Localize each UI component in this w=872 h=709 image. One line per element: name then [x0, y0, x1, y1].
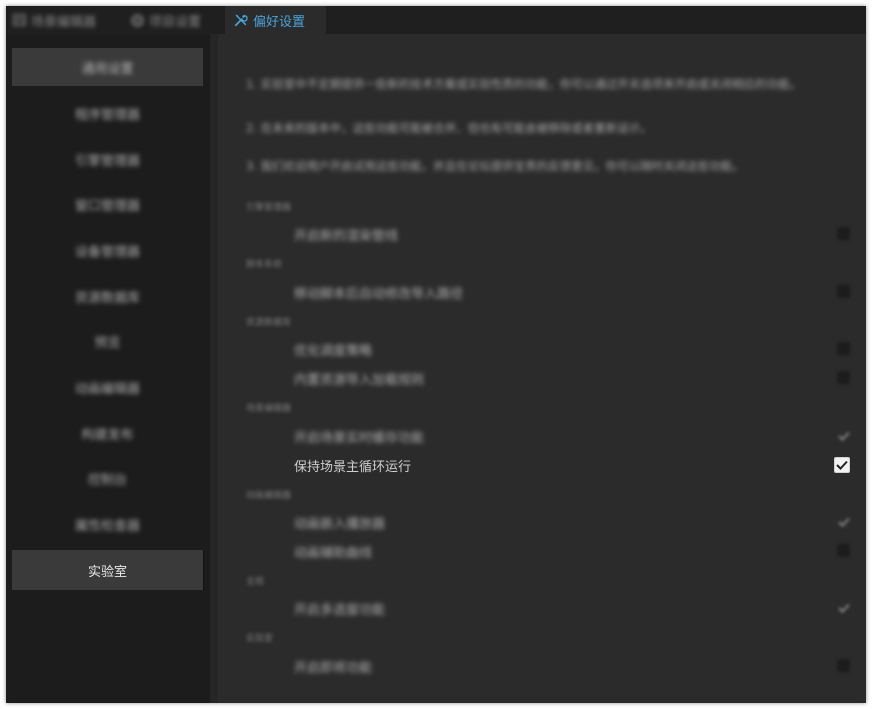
option-row[interactable]: 动画嵌入播放器 — [294, 510, 850, 534]
option-label: 优化调度策略 — [294, 343, 373, 359]
option-checkbox[interactable] — [837, 429, 850, 442]
sidebar-item-lab[interactable]: 实验室 — [12, 550, 204, 590]
lab-description: 1. 实验室中不定期提供一些新的技术方案或实验性质的功能，你可以通过开关选项来开… — [246, 77, 802, 91]
sidebar-item-preview[interactable]: 预览 — [12, 322, 203, 360]
option-label: 动画嵌入播放器 — [294, 516, 386, 532]
option-label: 动画辅助曲线 — [294, 545, 373, 561]
option-row-keep-scene-loop[interactable]: 保持场景主循环运行 — [294, 453, 850, 477]
group-title: 场景编辑器 — [246, 404, 292, 414]
option-label: 开启新的渲染管线 — [294, 228, 399, 244]
option-label: 内置资源导入加载规则 — [294, 372, 425, 388]
option-row[interactable]: 开启场景实时缓存功能 — [294, 424, 850, 448]
option-row[interactable]: 开启多选窗功能 — [294, 596, 850, 620]
option-row[interactable]: 动画辅助曲线 — [294, 539, 850, 563]
group-title: 引擎管理器 — [246, 203, 292, 213]
option-checkbox[interactable] — [837, 342, 850, 355]
option-checkbox[interactable] — [837, 601, 850, 614]
tab-preferences[interactable]: 偏好设置 — [225, 6, 326, 34]
sidebar-item-console[interactable]: 控制台 — [12, 459, 203, 497]
sidebar-item-device-manager[interactable]: 设备管理器 — [12, 231, 203, 269]
option-checkbox[interactable] — [837, 544, 850, 557]
group-title: 脚本系统 — [246, 260, 283, 270]
sidebar-item-label: 引擎管理器 — [74, 153, 140, 169]
sidebar-item-engine-manager[interactable]: 引擎管理器 — [12, 140, 203, 178]
sidebar: 通用设置 程序管理器 引擎管理器 窗口管理器 设备管理器 资源数据库 预览 动画… — [6, 34, 210, 703]
panel-edge — [210, 34, 218, 703]
tab-bar: 场景编辑器 项目设置 偏好设置 — [6, 6, 866, 34]
sidebar-item-label: 属性检查器 — [74, 518, 140, 534]
gear-icon — [130, 13, 144, 27]
sidebar-item-inspector[interactable]: 属性检查器 — [12, 505, 203, 543]
sidebar-item-label: 设备管理器 — [74, 244, 140, 260]
preferences-window: 场景编辑器 项目设置 偏好设置 通用设置 程序管理器 引擎管理器 窗口管理器 设… — [6, 6, 866, 703]
option-row[interactable]: 优化调度策略 — [294, 337, 850, 361]
sidebar-item-asset-db[interactable]: 资源数据库 — [12, 277, 203, 315]
option-checkbox[interactable] — [837, 285, 850, 298]
group-title: 资源数据库 — [246, 318, 292, 328]
option-row[interactable]: 开启即将功能 — [294, 654, 850, 678]
option-label: 保持场景主循环运行 — [294, 459, 412, 475]
sidebar-item-label: 构建发布 — [81, 427, 134, 443]
lab-description: 2. 在未来的版本中，这些功能可能被合并、但也有可能会被移除或者重新设计。 — [246, 121, 652, 135]
checkmark-icon — [837, 603, 850, 613]
option-label: 开启即将功能 — [294, 660, 373, 676]
sidebar-item-label: 程序管理器 — [74, 107, 140, 123]
option-row[interactable]: 开启新的渲染管线 — [294, 222, 850, 246]
checkmark-icon — [837, 431, 850, 441]
lab-panel: 1. 实验室中不定期提供一些新的技术方案或实验性质的功能，你可以通过开关选项来开… — [210, 34, 866, 703]
sidebar-item-label: 实验室 — [87, 564, 127, 580]
sidebar-item-general[interactable]: 通用设置 — [12, 48, 203, 86]
scene-editor-icon — [12, 13, 26, 27]
sidebar-item-program-manager[interactable]: 程序管理器 — [12, 94, 203, 132]
tab-project-settings[interactable]: 项目设置 — [130, 6, 220, 34]
checkmark-icon — [837, 517, 850, 527]
option-checkbox[interactable] — [837, 371, 850, 384]
sidebar-item-window-manager[interactable]: 窗口管理器 — [12, 185, 203, 223]
tab-scene-editor[interactable]: 场景编辑器 — [12, 6, 122, 34]
option-row[interactable]: 移动脚本后自动修改导入路径 — [294, 280, 850, 304]
sidebar-item-animation-editor[interactable]: 动画编辑器 — [12, 368, 203, 406]
option-row[interactable]: 内置资源导入加载规则 — [294, 366, 850, 390]
option-label: 移动脚本后自动修改导入路径 — [294, 286, 464, 302]
checkmark-icon — [836, 460, 848, 470]
group-title: 动画编辑器 — [246, 491, 292, 501]
tab-label: 场景编辑器 — [31, 14, 97, 30]
tab-label: 偏好设置 — [253, 14, 306, 30]
group-title: 全局 — [246, 577, 265, 587]
sidebar-item-label: 预览 — [94, 335, 121, 351]
group-title: 实验室 — [246, 634, 274, 644]
tab-label: 项目设置 — [149, 14, 202, 30]
lab-description: 3. 我们欢迎用户开启试用这些功能，并且在论坛提供宝贵的反馈意见，你可以随时关闭… — [246, 159, 744, 173]
tools-icon — [234, 13, 248, 27]
sidebar-item-build[interactable]: 构建发布 — [12, 414, 203, 452]
option-checkbox[interactable] — [837, 227, 850, 240]
sidebar-item-label: 动画编辑器 — [74, 381, 140, 397]
option-checkbox[interactable] — [837, 515, 850, 528]
option-checkbox[interactable] — [834, 457, 850, 473]
sidebar-item-label: 控制台 — [87, 472, 127, 488]
option-label: 开启场景实时缓存功能 — [294, 430, 425, 446]
option-label: 开启多选窗功能 — [294, 602, 386, 618]
sidebar-item-label: 通用设置 — [81, 61, 134, 77]
option-checkbox[interactable] — [837, 659, 850, 672]
sidebar-item-label: 窗口管理器 — [74, 198, 140, 214]
sidebar-item-label: 资源数据库 — [74, 290, 140, 306]
